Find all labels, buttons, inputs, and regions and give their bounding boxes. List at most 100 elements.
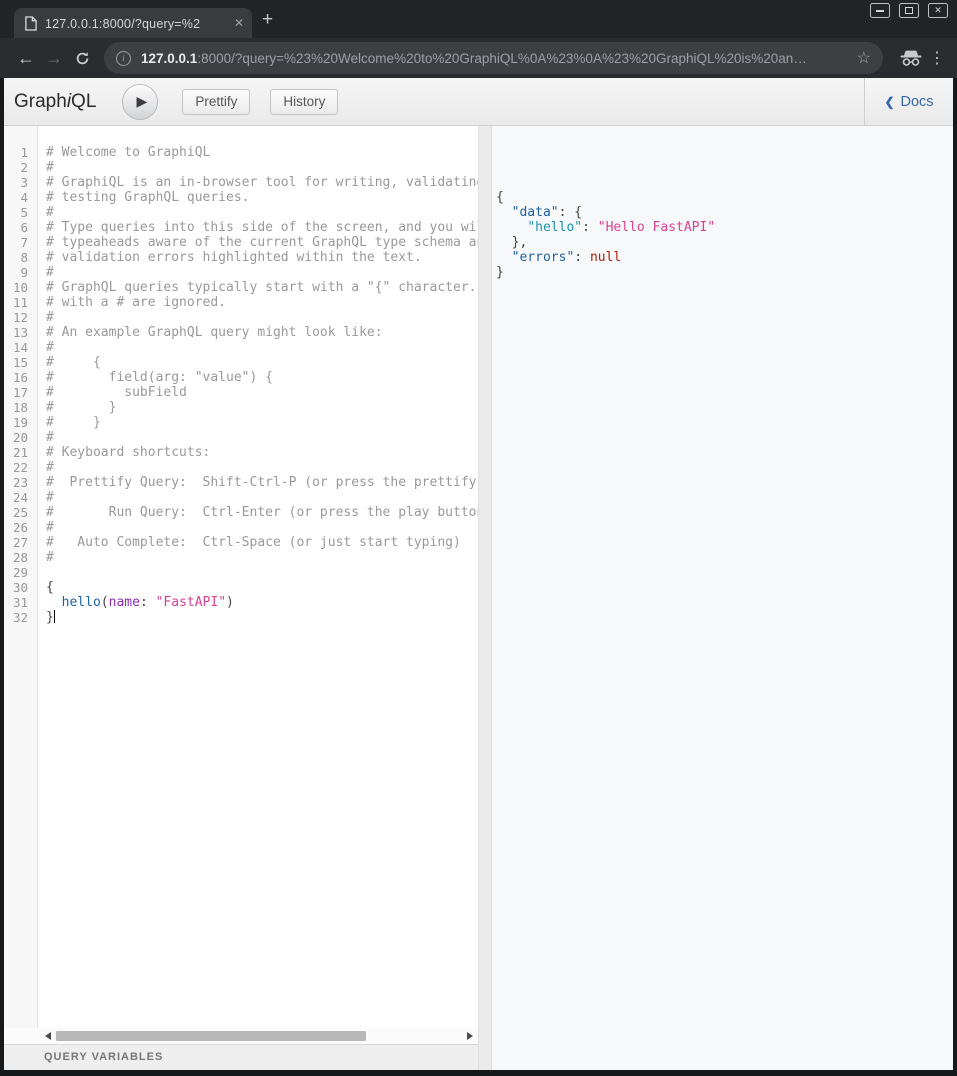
new-tab-button[interactable]: + — [262, 10, 273, 29]
code-token: }, — [512, 235, 528, 250]
line-number: 7 — [4, 235, 37, 250]
line-number: 6 — [4, 220, 37, 235]
code-line: } — [496, 265, 953, 280]
maximize-button[interactable] — [899, 3, 919, 18]
code-token: # — [46, 430, 54, 445]
code-line — [46, 565, 478, 580]
code-line: # — [46, 205, 478, 220]
address-bar: ← → i 127.0.0.1:8000/?query=%23%20Welcom… — [0, 38, 957, 78]
line-number: 29 — [4, 565, 37, 580]
chevron-left-icon: ❮ — [884, 95, 894, 109]
query-editor-pane: 1234567891011121314151617181920212223242… — [4, 126, 478, 1070]
line-number: 1 — [4, 145, 37, 160]
code-token: : { — [559, 205, 582, 220]
pane-divider[interactable] — [478, 126, 492, 1070]
graphiql-logo: GraphiQL — [14, 91, 96, 113]
browser-menu-button[interactable]: ⋮ — [927, 48, 947, 68]
reload-icon — [75, 51, 90, 66]
line-number: 27 — [4, 535, 37, 550]
code-token: # Keyboard shortcuts: — [46, 445, 210, 460]
code-token: { — [496, 190, 504, 205]
scroll-left-arrow-icon[interactable] — [45, 1032, 51, 1040]
result-pane: ▾ { "data": { "hello": "Hello FastAPI" }… — [492, 126, 953, 1070]
line-number: 25 — [4, 505, 37, 520]
query-editor[interactable]: 1234567891011121314151617181920212223242… — [4, 126, 478, 1028]
code-token: # } — [46, 415, 101, 430]
scrollbar-thumb[interactable] — [56, 1031, 366, 1041]
docs-label: Docs — [901, 94, 934, 110]
code-line: # Keyboard shortcuts: — [46, 445, 478, 460]
url-field[interactable]: i 127.0.0.1:8000/?query=%23%20Welcome%20… — [104, 42, 883, 74]
bookmark-star-icon[interactable]: ☆ — [849, 48, 871, 68]
url-query: :8000/?query=%23%20Welcome%20to%20Graphi… — [197, 51, 807, 66]
close-button[interactable]: ✕ — [928, 3, 948, 18]
code-line: # GraphQL queries typically start with a… — [46, 280, 478, 295]
code-line: # — [46, 430, 478, 445]
code-token — [496, 205, 512, 220]
play-icon: ▶ — [137, 93, 148, 110]
code-line: # — [46, 340, 478, 355]
code-line: } — [46, 610, 478, 625]
prettify-button[interactable]: Prettify — [182, 89, 250, 115]
code-token: ( — [101, 595, 109, 610]
code-line: "errors": null — [496, 250, 953, 265]
graphiql-app: GraphiQL ▶ Prettify History ❮ Docs 12345… — [4, 78, 953, 1070]
code-token: : — [574, 250, 590, 265]
tab-title-wrap: 127.0.0.1:8000/?query=%2 — [45, 15, 230, 31]
code-token: # An example GraphQL query might look li… — [46, 325, 383, 340]
docs-button[interactable]: ❮ Docs — [864, 78, 953, 125]
tab-title-fade — [208, 15, 230, 31]
code-token: # — [46, 205, 54, 220]
code-token: # typeaheads aware of the current GraphQ… — [46, 235, 478, 250]
forward-button[interactable]: → — [40, 44, 68, 72]
horizontal-scrollbar[interactable] — [4, 1028, 478, 1044]
line-number: 4 — [4, 190, 37, 205]
code-token: "FastAPI" — [156, 595, 226, 610]
code-line: hello(name: "FastAPI") — [46, 595, 478, 610]
line-number: 31 — [4, 595, 37, 610]
page-frame: GraphiQL ▶ Prettify History ❮ Docs 12345… — [0, 78, 957, 1076]
url-host: 127.0.0.1 — [141, 51, 197, 66]
minimize-button[interactable] — [870, 3, 890, 18]
browser-tab[interactable]: 127.0.0.1:8000/?query=%2 ✕ — [14, 8, 252, 38]
code-token: : — [140, 595, 156, 610]
tab-title: 127.0.0.1:8000/?query=%2 — [45, 17, 200, 31]
page-favicon-icon — [24, 16, 37, 31]
code-token: "errors" — [512, 250, 575, 265]
forward-icon: → — [45, 48, 63, 69]
code-token: # — [46, 310, 54, 325]
scroll-right-arrow-icon[interactable] — [467, 1032, 473, 1040]
incognito-icon — [899, 49, 923, 67]
code-token: # Prettify Query: Shift-Ctrl-P (or press… — [46, 475, 478, 490]
reload-button[interactable] — [68, 44, 96, 72]
code-line: # — [46, 520, 478, 535]
code-token: # with a # are ignored. — [46, 295, 226, 310]
code-token: # — [46, 490, 54, 505]
code-token: } — [46, 610, 54, 625]
execute-query-button[interactable]: ▶ — [122, 84, 158, 120]
code-token: } — [496, 265, 504, 280]
code-line: # An example GraphQL query might look li… — [46, 325, 478, 340]
code-line: # testing GraphQL queries. — [46, 190, 478, 205]
code-line: # subField — [46, 385, 478, 400]
code-token: # GraphQL queries typically start with a… — [46, 280, 478, 295]
url-text: 127.0.0.1:8000/?query=%23%20Welcome%20to… — [141, 51, 807, 66]
tab-close-icon[interactable]: ✕ — [234, 16, 244, 30]
code-token: # — [46, 340, 54, 355]
code-token: null — [590, 250, 621, 265]
query-variables-header[interactable]: QUERY VARIABLES — [4, 1044, 478, 1070]
line-number: 20 — [4, 430, 37, 445]
code-token: # subField — [46, 385, 187, 400]
code-line: # validation errors highlighted within t… — [46, 250, 478, 265]
line-number: 8 — [4, 250, 37, 265]
line-number: 13 — [4, 325, 37, 340]
code-token: # — [46, 160, 54, 175]
text-cursor — [54, 610, 55, 623]
line-number: 12 — [4, 310, 37, 325]
history-button[interactable]: History — [270, 89, 338, 115]
site-info-icon[interactable]: i — [116, 51, 131, 66]
line-number: 9 — [4, 265, 37, 280]
line-number: 17 — [4, 385, 37, 400]
back-button[interactable]: ← — [12, 44, 40, 72]
code-line: # — [46, 550, 478, 565]
